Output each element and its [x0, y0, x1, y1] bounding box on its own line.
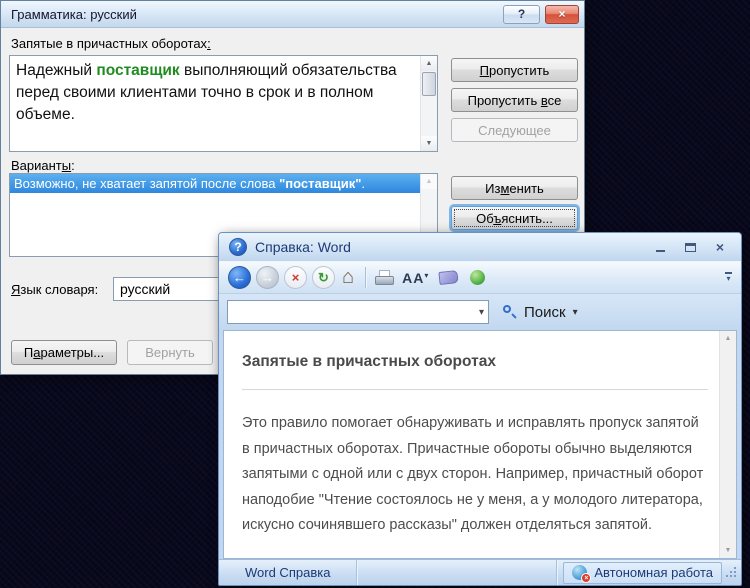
- sentence-scrollbar[interactable]: ▲ ▼: [420, 56, 437, 151]
- scroll-down-icon[interactable]: ▼: [421, 136, 437, 151]
- help-window-title: Справка: Word: [255, 239, 351, 255]
- back-button[interactable]: ←: [228, 266, 251, 289]
- offline-status-label: Автономная работа: [594, 565, 713, 580]
- grammar-dialog-title: Грамматика: русский: [11, 6, 137, 22]
- back-icon: ←: [233, 270, 246, 285]
- question-icon: ?: [517, 7, 526, 21]
- font-size-icon: AA: [402, 269, 425, 286]
- search-button[interactable]: Поиск ▾: [503, 304, 578, 321]
- help-statusbar: Word Справка × Автономная работа: [219, 559, 741, 585]
- stop-icon: ×: [291, 270, 300, 285]
- explain-button[interactable]: Объяснить...: [451, 206, 578, 230]
- toolbar-separator: [365, 267, 367, 288]
- search-icon: [503, 305, 517, 319]
- statusbar-spacer: [357, 560, 558, 585]
- home-button[interactable]: ⌂: [342, 266, 354, 289]
- sentence-text: Надежный: [16, 62, 97, 79]
- minimize-button[interactable]: [649, 238, 671, 256]
- scroll-up-icon[interactable]: ▲: [421, 174, 437, 189]
- close-button[interactable]: ×: [709, 238, 731, 256]
- scrollbar-thumb[interactable]: [422, 72, 436, 96]
- font-size-button[interactable]: AA ▾: [402, 270, 428, 286]
- dialog-close-button[interactable]: ×: [545, 4, 579, 24]
- scroll-down-icon[interactable]: ▼: [720, 543, 736, 558]
- search-combobox[interactable]: ▾: [227, 300, 489, 324]
- offline-globe-icon: ×: [572, 565, 592, 583]
- help-search-row: ▾ Поиск ▾: [219, 294, 741, 330]
- chevron-down-icon[interactable]: ▾: [573, 307, 578, 318]
- search-input[interactable]: [232, 304, 479, 320]
- help-article-body: Это правило помогает обнаруживать и испр…: [242, 415, 704, 533]
- offline-status-button[interactable]: × Автономная работа: [563, 561, 722, 584]
- desktop-background: Грамматика: русский ? × Запятые в причас…: [0, 0, 750, 588]
- help-titlebar[interactable]: ? Справка: Word ×: [219, 233, 741, 261]
- close-icon: ×: [558, 7, 566, 21]
- chevron-down-icon[interactable]: ▾: [479, 307, 484, 318]
- suggestion-item-selected[interactable]: Возможно, не хватает запятой после слова…: [10, 174, 420, 193]
- help-content-scrollbar[interactable]: ▲ ▼: [719, 331, 736, 558]
- ignore-button[interactable]: Пропустить: [451, 58, 578, 82]
- statusbar-source-label: Word Справка: [219, 560, 358, 585]
- chevron-down-icon: ▾: [726, 274, 731, 283]
- dialog-help-button[interactable]: ?: [503, 4, 540, 24]
- help-toolbar: ← → × ↻ ⌂ AA ▾ ▾: [219, 261, 741, 294]
- scroll-up-icon[interactable]: ▲: [421, 56, 437, 71]
- next-sentence-button: Следующее: [451, 118, 578, 142]
- minimize-icon: [655, 249, 665, 252]
- language-value: русский: [120, 281, 171, 297]
- flagged-word: поставщик: [96, 62, 180, 79]
- maximize-button[interactable]: [679, 238, 701, 256]
- search-button-label: Поиск: [524, 303, 566, 321]
- stop-button[interactable]: ×: [284, 266, 307, 289]
- change-button[interactable]: Изменить: [451, 176, 578, 200]
- forward-icon: →: [261, 270, 274, 285]
- language-label: Язык словаря:: [11, 282, 99, 297]
- refresh-icon: ↻: [318, 269, 329, 285]
- undo-button: Вернуть: [127, 340, 213, 365]
- help-app-icon: ?: [229, 238, 247, 256]
- forward-button[interactable]: →: [256, 266, 279, 289]
- ignore-all-button[interactable]: Пропустить все: [451, 88, 578, 112]
- error-type-label: Запятые в причастных оборотах:: [11, 36, 211, 51]
- grammar-dialog-titlebar[interactable]: Грамматика: русский ? ×: [1, 1, 584, 28]
- close-icon: ×: [715, 239, 725, 255]
- connection-status-button[interactable]: [470, 270, 486, 285]
- suggestions-label: Варианты:: [11, 158, 75, 173]
- refresh-button[interactable]: ↻: [312, 266, 335, 289]
- sentence-textbox[interactable]: Надежный поставщик выполняющий обязатель…: [9, 55, 438, 152]
- help-content-pane: Запятые в причастных оборотах Это правил…: [223, 330, 737, 559]
- scroll-up-icon[interactable]: ▲: [720, 331, 736, 346]
- home-icon: ⌂: [342, 266, 355, 288]
- divider: [242, 389, 708, 390]
- maximize-icon: [684, 242, 696, 252]
- help-article-title: Запятые в причастных оборотах: [242, 353, 496, 370]
- resize-grip[interactable]: [725, 566, 739, 580]
- toolbar-overflow-button[interactable]: ▾: [725, 272, 732, 283]
- chevron-down-icon: ▾: [424, 270, 429, 280]
- options-button[interactable]: Параметры...: [11, 340, 117, 365]
- help-window: ? Справка: Word × ← → × ↻ ⌂ AA ▾ ▾ ▾ Пои…: [218, 232, 742, 586]
- print-button[interactable]: [375, 270, 395, 285]
- table-of-contents-button[interactable]: [438, 270, 459, 285]
